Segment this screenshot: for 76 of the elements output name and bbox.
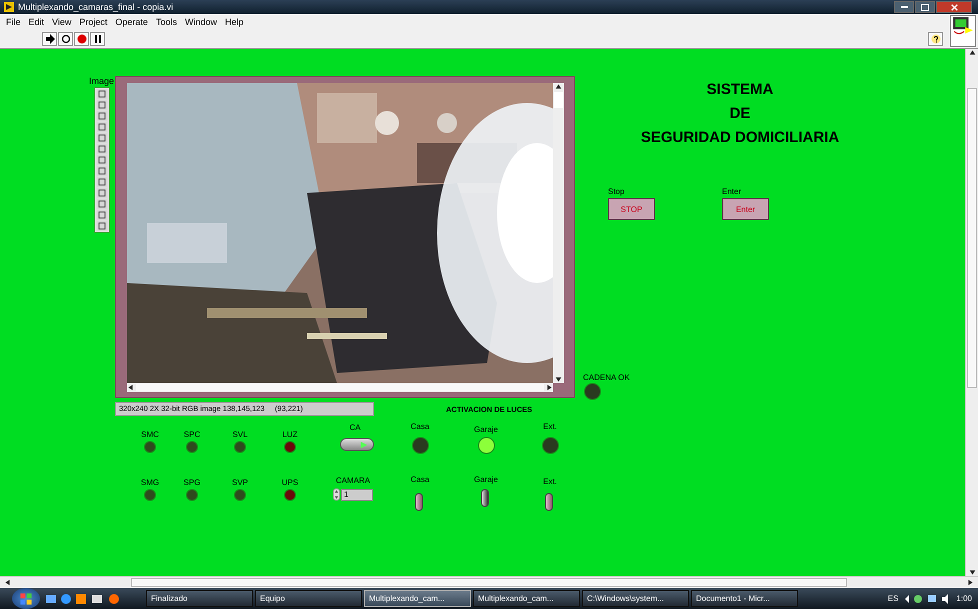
- led-label: LUZ: [281, 430, 299, 439]
- taskbar-button[interactable]: Multiplexando_cam...: [364, 590, 471, 607]
- vertical-scrollbar[interactable]: [965, 49, 978, 576]
- camara-field[interactable]: 1: [341, 488, 373, 500]
- panel-heading: SISTEMA: [706, 81, 774, 99]
- button-caption: Enter: [722, 187, 742, 196]
- taskbar-button[interactable]: Multiplexando_cam...: [473, 590, 580, 607]
- help-button[interactable]: [928, 32, 943, 46]
- taskbar-button[interactable]: Equipo: [255, 590, 362, 607]
- toggle-switch[interactable]: [545, 493, 553, 511]
- toggle-switch[interactable]: [481, 489, 489, 507]
- led-label: SPC: [182, 430, 202, 439]
- horizontal-scrollbar[interactable]: [127, 383, 553, 392]
- arrow-icon: [44, 34, 54, 44]
- led-label: UPS: [280, 478, 300, 487]
- slide-indicator: [340, 438, 374, 451]
- switch-label: Ext.: [542, 477, 558, 486]
- abort-button[interactable]: [74, 32, 89, 46]
- panel-heading: DE: [730, 105, 750, 123]
- window-title: Multiplexando_camaras_final - copia.vi: [18, 2, 174, 12]
- menu-item[interactable]: Help: [224, 17, 244, 27]
- close-icon: [950, 4, 958, 10]
- menu-item[interactable]: File: [6, 17, 21, 27]
- start-button[interactable]: [12, 588, 40, 609]
- panel-heading: SEGURIDAD DOMICILIARIA: [640, 129, 840, 147]
- increment-arrows-icon[interactable]: [333, 488, 340, 501]
- switch-label: Casa: [410, 475, 430, 484]
- led-label: SPG: [182, 478, 202, 487]
- menu-item[interactable]: Project: [79, 17, 108, 27]
- led-label: CADENA OK: [583, 373, 630, 382]
- taskbar-button[interactable]: C:\Windows\system...: [582, 590, 689, 607]
- led-label: SVP: [230, 478, 249, 487]
- pause-icon: [92, 34, 102, 44]
- horizontal-scrollbar[interactable]: [0, 576, 978, 588]
- scroll-left-icon[interactable]: [4, 579, 11, 586]
- close-button[interactable]: [936, 1, 972, 13]
- vertical-scrollbar[interactable]: [553, 83, 564, 383]
- scrollbar-thumb[interactable]: [554, 92, 563, 108]
- scroll-up-icon[interactable]: [555, 83, 562, 90]
- led-label: SMG: [140, 478, 160, 487]
- led-label: Casa: [410, 422, 430, 431]
- loop-icon: [60, 34, 70, 44]
- scrollbar-thumb[interactable]: [131, 578, 847, 587]
- taskbar-button[interactable]: Documento1 - Micr...: [691, 590, 798, 607]
- button-caption: Stop: [608, 187, 624, 196]
- menu-item[interactable]: Operate: [115, 17, 148, 27]
- help-icon: [930, 34, 940, 44]
- run-button[interactable]: [42, 32, 57, 46]
- led-label: Garaje: [472, 425, 499, 434]
- taskbar-button[interactable]: Finalizado: [146, 590, 253, 607]
- scroll-right-icon[interactable]: [967, 579, 974, 586]
- maximize-button[interactable]: [915, 1, 935, 13]
- led-label: SVL: [231, 430, 249, 439]
- menu-item[interactable]: Window: [184, 17, 217, 27]
- run-continuously-button[interactable]: [58, 32, 73, 46]
- language-indicator[interactable]: ES: [888, 594, 898, 603]
- pause-button[interactable]: [90, 32, 105, 46]
- labview-icon: [4, 2, 14, 12]
- scrollbar-thumb[interactable]: [967, 88, 977, 388]
- menu-item[interactable]: Edit: [28, 17, 44, 27]
- led-label: Ext.: [542, 422, 558, 431]
- led-label: SMC: [140, 430, 160, 439]
- menu-item[interactable]: Tools: [156, 17, 177, 27]
- numeric-label: CAMARA: [334, 476, 372, 485]
- scroll-down-icon[interactable]: [555, 376, 562, 383]
- image-label: Image: [89, 76, 114, 86]
- windows-logo-icon: [19, 592, 33, 606]
- led-label: CA: [348, 423, 362, 432]
- vi-icon: [950, 15, 976, 47]
- stop-icon: [76, 34, 86, 44]
- toggle-switch[interactable]: [415, 493, 423, 511]
- scrollbar-thumb[interactable]: [136, 384, 544, 391]
- clock: 1:00: [956, 594, 972, 603]
- switch-label: Garaje: [472, 475, 499, 484]
- minimize-button[interactable]: [894, 1, 914, 13]
- menu-item[interactable]: View: [52, 17, 72, 27]
